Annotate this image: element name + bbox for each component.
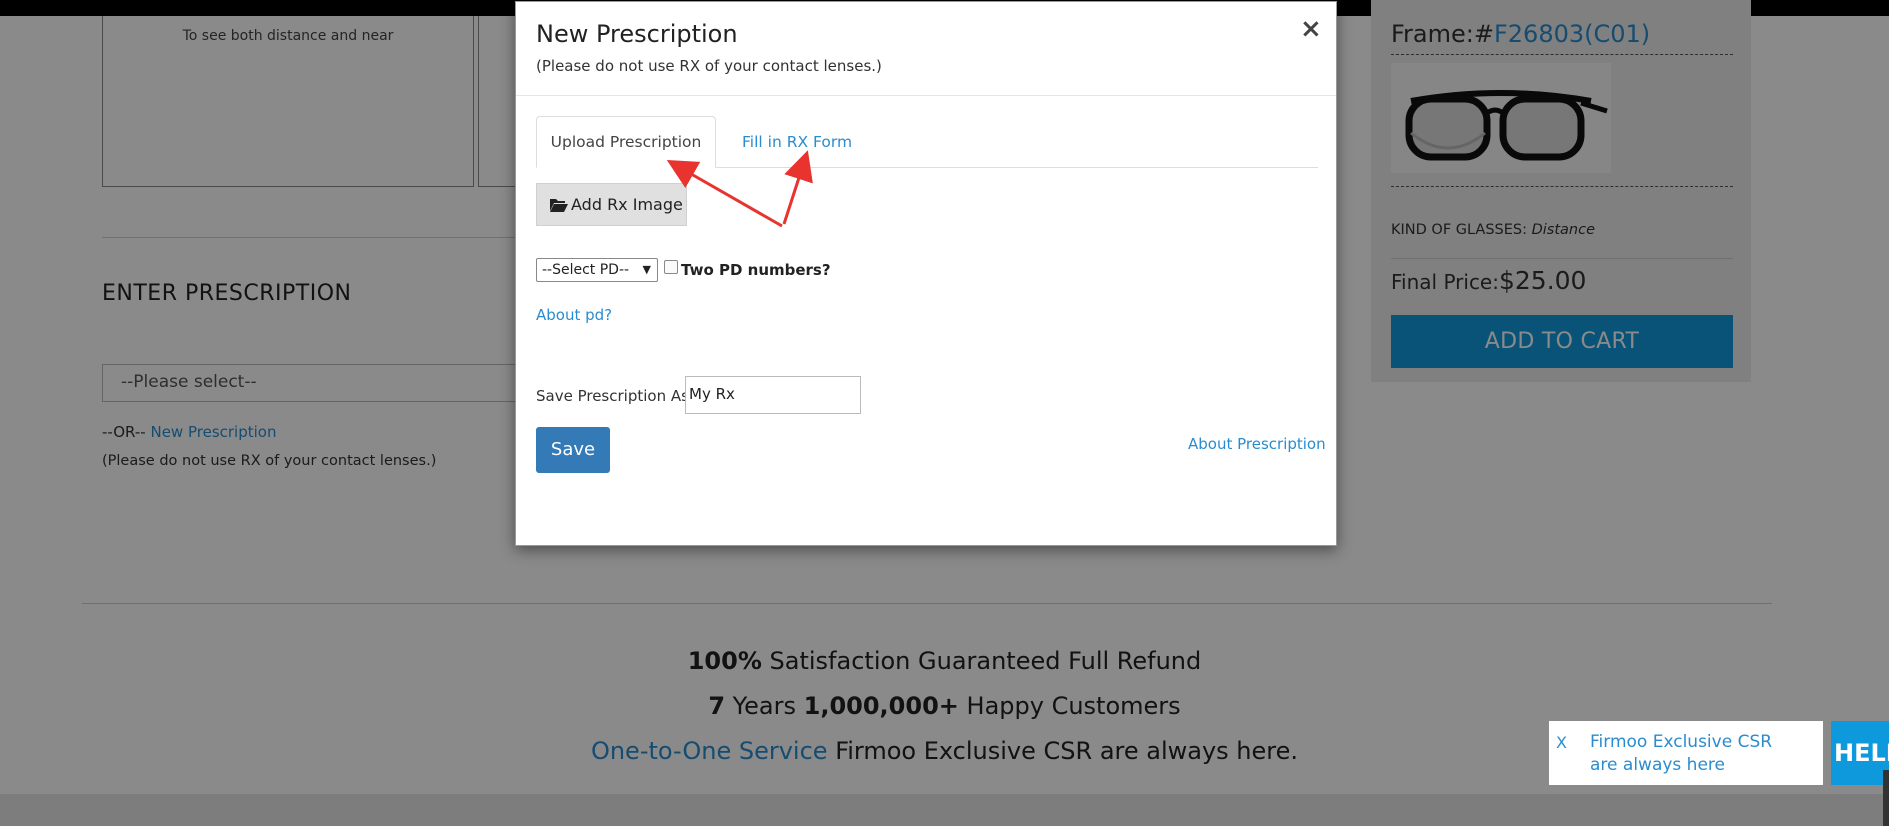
arrow-to-rx-form-tab-icon [782,150,813,225]
arrow-to-upload-tab-icon [666,160,783,228]
annotation-arrows [666,150,813,228]
